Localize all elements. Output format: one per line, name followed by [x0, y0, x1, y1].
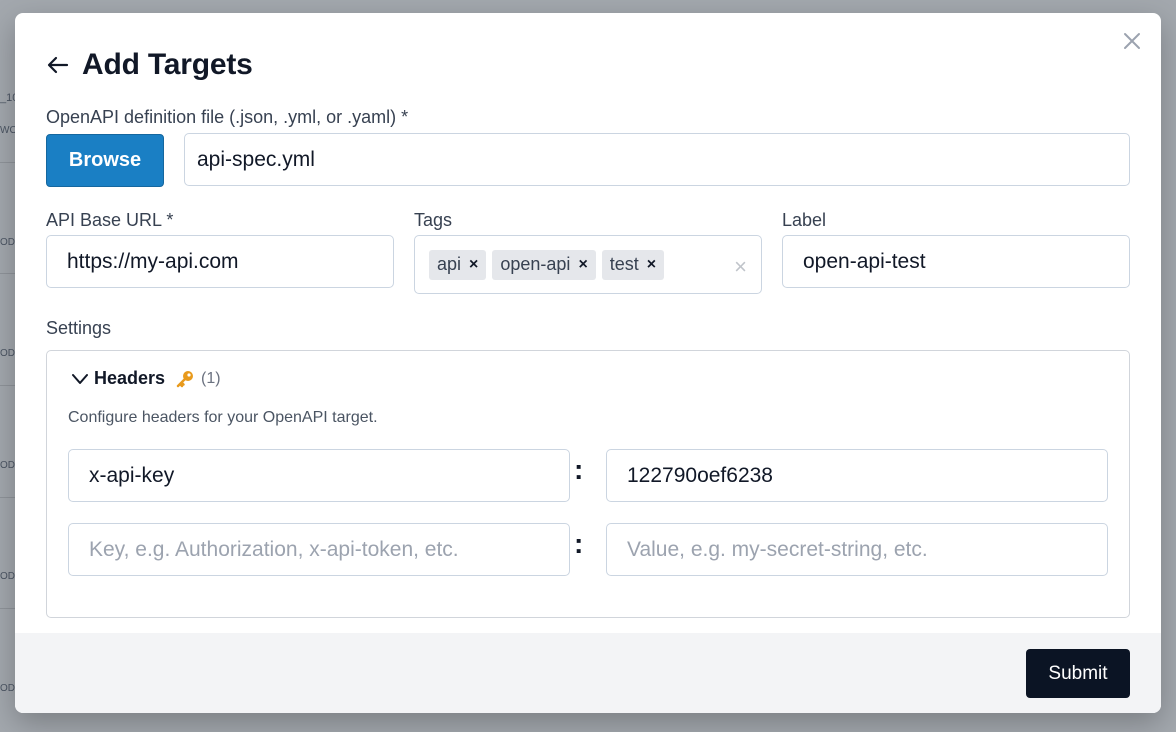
close-icon[interactable] [1121, 30, 1143, 52]
headers-toggle[interactable]: Headers (1) [70, 368, 221, 389]
background-divider [0, 273, 16, 274]
header-value-value: 122790oef6238 [627, 463, 773, 487]
tag-chip: open-api × [492, 249, 596, 280]
header-key-value: x-api-key [89, 463, 175, 487]
key-icon [175, 369, 195, 389]
modal-header: Add Targets [46, 48, 253, 82]
new-header-key-input[interactable]: Key, e.g. Authorization, x-api-token, et… [68, 523, 570, 576]
key-value-separator: : [574, 528, 584, 559]
openapi-file-field[interactable]: api-spec.yml [184, 133, 1130, 186]
label-input[interactable]: open-api-test [782, 235, 1130, 288]
headers-description: Configure headers for your OpenAPI targe… [68, 409, 378, 426]
tag-label: api [437, 254, 462, 274]
background-divider [0, 162, 16, 163]
headers-title: Headers [94, 368, 166, 388]
background-divider [0, 497, 16, 498]
base-url-input[interactable]: https://my-api.com [46, 235, 394, 288]
headers-count: (1) [201, 369, 221, 387]
tag-label: test [609, 254, 639, 274]
base-url-value: https://my-api.com [67, 249, 239, 273]
tags-label: Tags [414, 210, 453, 230]
settings-panel: Headers (1) Configure headers for your O… [46, 350, 1130, 618]
browse-button[interactable]: Browse [46, 134, 164, 187]
background-divider [0, 385, 16, 386]
openapi-file-label: OpenAPI definition file (.json, .yml, or… [46, 107, 409, 127]
tag-chip: test × [601, 249, 665, 280]
page-title: Add Targets [82, 48, 253, 81]
base-url-label: API Base URL * [46, 210, 174, 230]
arrow-left-icon[interactable] [46, 53, 70, 77]
background-divider [0, 608, 16, 609]
modal-footer: Submit [15, 633, 1161, 713]
label-field-label: Label [782, 210, 827, 230]
add-targets-modal: Add Targets OpenAPI definition file (.js… [15, 13, 1161, 713]
tag-label: open-api [500, 254, 571, 274]
header-value-input[interactable]: 122790oef6238 [606, 449, 1108, 502]
header-key-placeholder: Key, e.g. Authorization, x-api-token, et… [89, 537, 459, 561]
openapi-file-value: api-spec.yml [197, 147, 315, 171]
label-value: open-api-test [803, 249, 926, 273]
tag-chip: api × [429, 249, 487, 280]
remove-tag-icon[interactable]: × [647, 256, 656, 274]
tags-input[interactable]: api × open-api × test × × [414, 235, 762, 294]
header-value-placeholder: Value, e.g. my-secret-string, etc. [627, 537, 928, 561]
key-value-separator: : [574, 454, 584, 485]
remove-tag-icon[interactable]: × [578, 256, 587, 274]
submit-button[interactable]: Submit [1026, 649, 1130, 698]
remove-tag-icon[interactable]: × [469, 256, 478, 274]
settings-label: Settings [46, 318, 112, 338]
chevron-down-icon [70, 369, 90, 389]
header-key-input[interactable]: x-api-key [68, 449, 570, 502]
clear-tags-icon[interactable]: × [734, 254, 747, 280]
new-header-value-input[interactable]: Value, e.g. my-secret-string, etc. [606, 523, 1108, 576]
